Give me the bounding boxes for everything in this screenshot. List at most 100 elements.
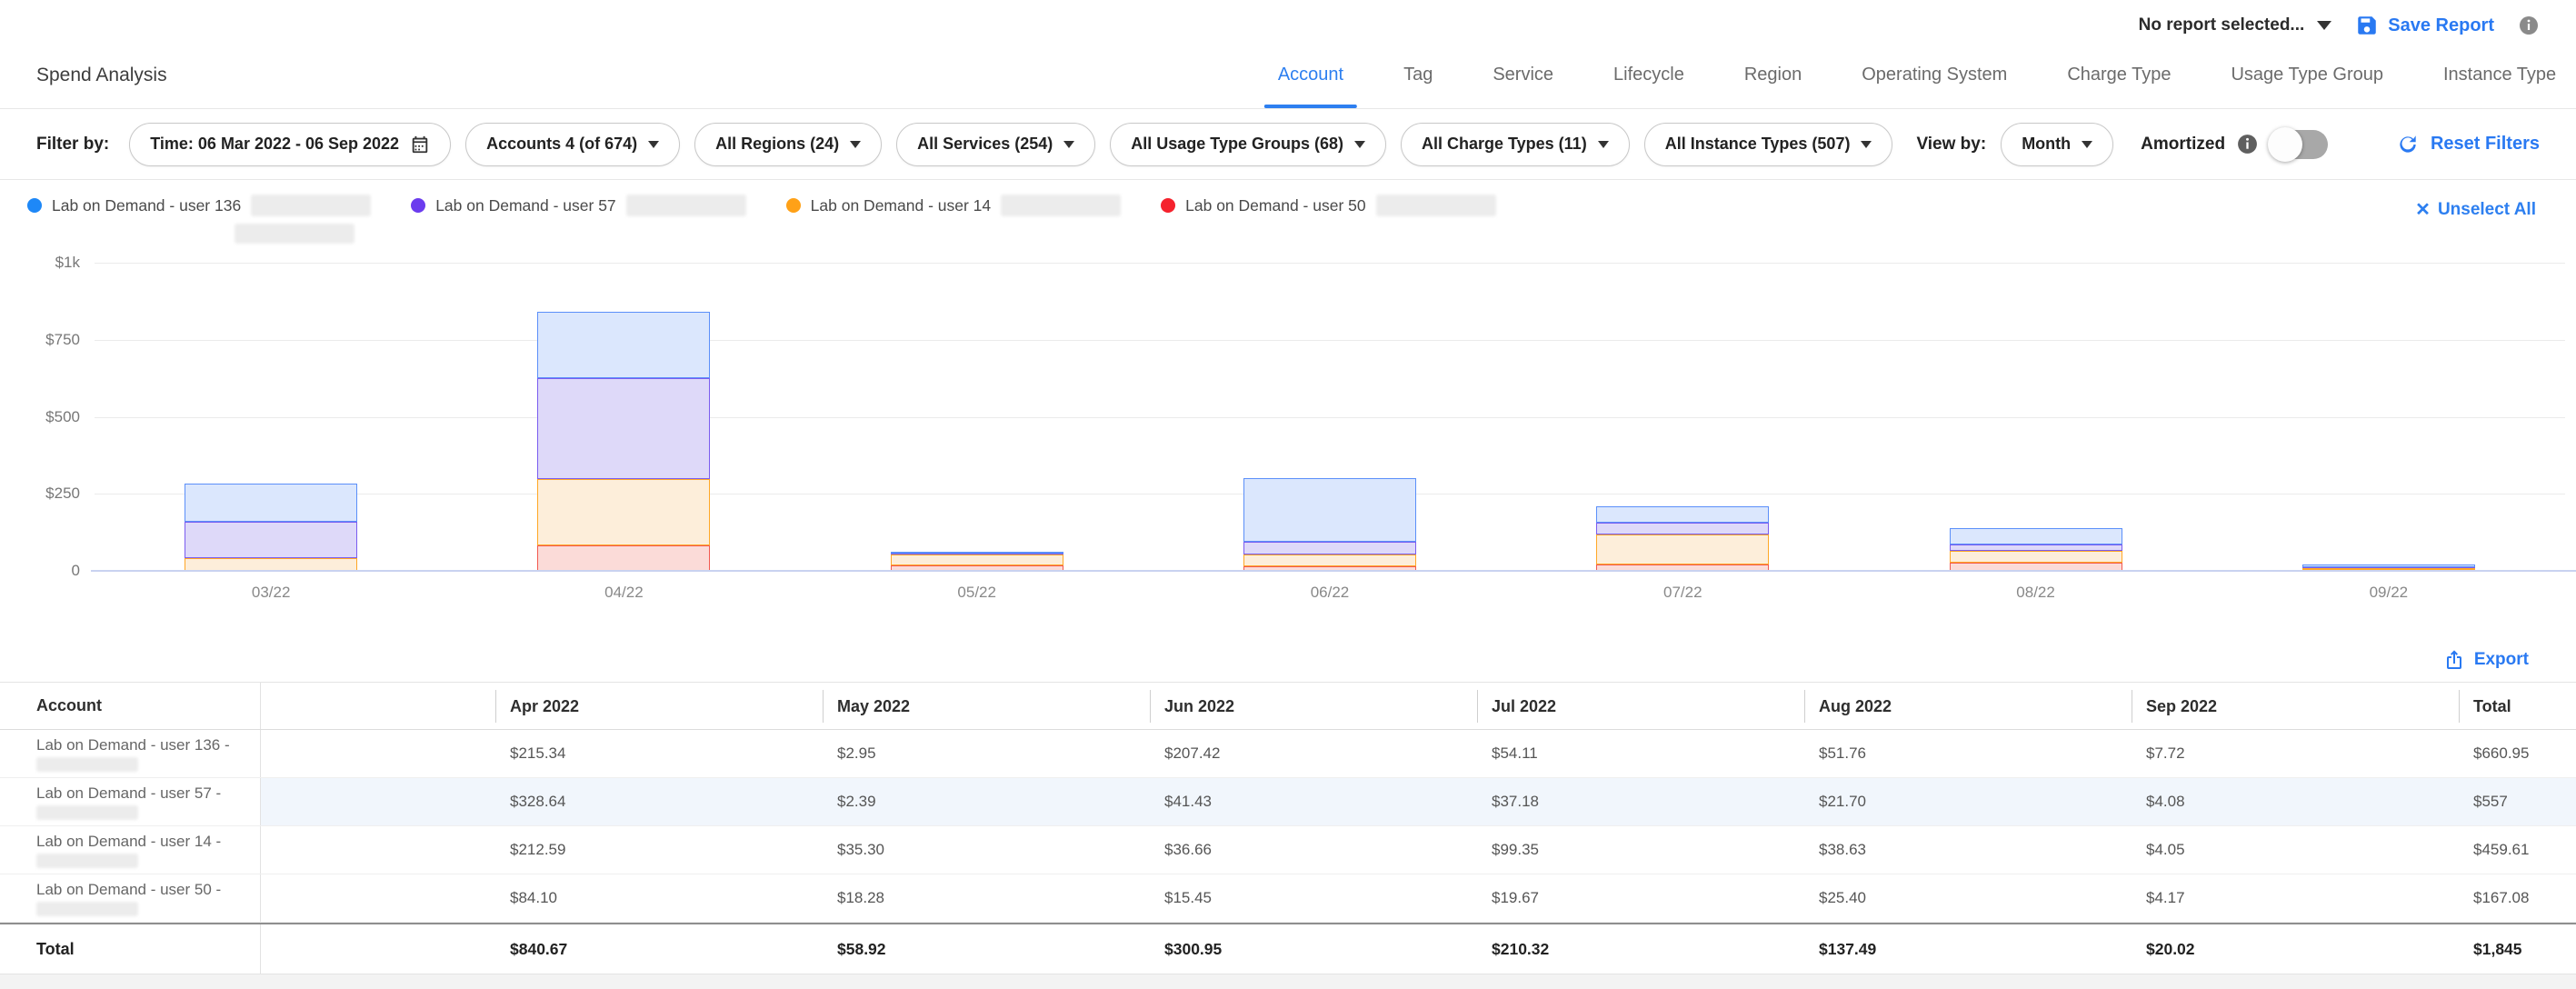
bar-segment-lab-on-demand-user-136[interactable] (1243, 478, 1416, 542)
instance-types-filter-pill[interactable]: All Instance Types (507) (1644, 123, 1893, 166)
tab-service[interactable]: Service (1463, 42, 1583, 108)
chevron-down-icon (850, 141, 861, 148)
tab-account[interactable]: Account (1248, 42, 1373, 108)
info-icon[interactable] (2518, 15, 2540, 36)
total-label-cell: Total (0, 924, 261, 974)
page-bottom-edge (0, 974, 2576, 989)
save-icon (2355, 14, 2379, 37)
tab-charge-type[interactable]: Charge Type (2037, 42, 2201, 108)
bar-segment-lab-on-demand-user-14[interactable] (891, 554, 1063, 565)
redacted-text (36, 757, 138, 772)
tab-instance-type[interactable]: Instance Type (2413, 42, 2576, 108)
column-header-label: Apr 2022 (495, 690, 823, 723)
spend-value-cell: $212.59 (495, 826, 823, 874)
y-axis-tick-label: $750 (7, 331, 80, 349)
bar-segment-lab-on-demand-user-14[interactable] (1243, 554, 1416, 565)
column-header-label: Jul 2022 (1477, 690, 1804, 723)
tab-lifecycle[interactable]: Lifecycle (1583, 42, 1714, 108)
spend-value-cell: $36.66 (1150, 826, 1477, 874)
legend-item[interactable]: Lab on Demand - user 136 (27, 195, 371, 244)
spend-value-cell: $215.34 (495, 730, 823, 777)
page-title: Spend Analysis (36, 65, 167, 86)
unselect-all-button[interactable]: ✕ Unselect All (2415, 198, 2536, 221)
chevron-down-icon (1598, 141, 1609, 148)
bar-segment-lab-on-demand-user-57[interactable] (1950, 544, 2122, 551)
bar-segment-lab-on-demand-user-14[interactable] (537, 479, 710, 544)
column-header-label: Aug 2022 (1804, 690, 2132, 723)
amortized-toggle[interactable] (2270, 130, 2328, 159)
bar-segment-lab-on-demand-user-14[interactable] (185, 558, 357, 571)
tab-region[interactable]: Region (1714, 42, 1832, 108)
bar-segment-lab-on-demand-user-57[interactable] (1243, 542, 1416, 554)
legend-item[interactable]: Lab on Demand - user 57 (411, 195, 745, 216)
table-total-row: Total$840.67$58.92$300.95$210.32$137.49$… (0, 923, 2576, 974)
column-header: Jun 2022 (1150, 683, 1477, 729)
tab-operating-system[interactable]: Operating System (1832, 42, 2037, 108)
column-header: Jul 2022 (1477, 683, 1804, 729)
redacted-text (251, 195, 371, 216)
bar-segment-lab-on-demand-user-57[interactable] (537, 378, 710, 479)
chart-gridline (95, 417, 2565, 418)
usage-type-groups-filter-pill[interactable]: All Usage Type Groups (68) (1110, 123, 1386, 166)
save-report-button[interactable]: Save Report (2355, 14, 2494, 37)
total-value-cell: $210.32 (1477, 924, 1804, 974)
account-name: Lab on Demand - user 14 - (36, 833, 260, 851)
redacted-text (1376, 195, 1496, 216)
chevron-down-icon (2082, 141, 2092, 148)
spend-value-cell: $167.08 (2459, 874, 2576, 922)
bar-segment-lab-on-demand-user-136[interactable] (537, 312, 710, 378)
reset-filters-button[interactable]: Reset Filters (2396, 133, 2540, 156)
series-dot (27, 198, 42, 213)
tab-tag[interactable]: Tag (1373, 42, 1463, 108)
redacted-text (36, 902, 138, 916)
info-icon[interactable] (2236, 133, 2259, 155)
spend-value-cell: $4.08 (2132, 778, 2459, 825)
series-dot (1161, 198, 1175, 213)
table-row: Lab on Demand - user 136 -$215.34$2.95$2… (0, 730, 2576, 778)
bar-segment-lab-on-demand-user-50[interactable] (537, 545, 710, 572)
series-dot (411, 198, 425, 213)
x-axis-tick-label: 05/22 (904, 584, 1050, 602)
y-axis-tick-label: $250 (7, 485, 80, 503)
report-selector-dropdown[interactable]: No report selected... (2139, 15, 2332, 35)
spend-value-cell: $7.72 (2132, 730, 2459, 777)
row-spacer (261, 730, 495, 777)
redacted-text (235, 224, 354, 244)
row-spacer (261, 924, 495, 974)
column-header-label: May 2022 (823, 690, 1150, 723)
bar-segment-lab-on-demand-user-136[interactable] (1950, 528, 2122, 544)
bar-segment-lab-on-demand-user-136[interactable] (2302, 564, 2475, 567)
time-filter-pill[interactable]: Time: 06 Mar 2022 - 06 Sep 2022 (129, 123, 451, 166)
export-button[interactable]: Export (2443, 649, 2529, 671)
view-by-dropdown[interactable]: Month (2001, 123, 2113, 166)
redacted-text (36, 854, 138, 868)
dimension-tabs: Account Tag Service Lifecycle Region Ope… (1248, 42, 2576, 108)
total-value-cell: $137.49 (1804, 924, 2132, 974)
charge-types-filter-pill[interactable]: All Charge Types (11) (1401, 123, 1630, 166)
spend-value-cell: $2.39 (823, 778, 1150, 825)
legend-item[interactable]: Lab on Demand - user 14 (786, 195, 1121, 216)
bar-segment-lab-on-demand-user-57[interactable] (1596, 523, 1769, 534)
regions-filter-pill[interactable]: All Regions (24) (694, 123, 882, 166)
total-value-cell: $1,845 (2459, 924, 2576, 974)
spend-table: Account Apr 2022May 2022Jun 2022Jul 2022A… (0, 682, 2576, 974)
bar-segment-lab-on-demand-user-136[interactable] (1596, 506, 1769, 523)
table-header-row: Account Apr 2022May 2022Jun 2022Jul 2022A… (0, 683, 2576, 730)
column-header-account: Account (0, 683, 261, 729)
accounts-filter-pill[interactable]: Accounts 4 (of 674) (465, 123, 680, 166)
bar-segment-lab-on-demand-user-14[interactable] (1950, 551, 2122, 563)
services-filter-pill[interactable]: All Services (254) (896, 123, 1095, 166)
tab-usage-type-group[interactable]: Usage Type Group (2201, 42, 2413, 108)
chevron-down-icon (1354, 141, 1365, 148)
bar-segment-lab-on-demand-user-136[interactable] (891, 552, 1063, 554)
total-value-cell: $840.67 (495, 924, 823, 974)
report-selector-label: No report selected... (2139, 15, 2305, 35)
account-cell: Lab on Demand - user 136 - (0, 730, 261, 777)
bar-segment-lab-on-demand-user-136[interactable] (185, 484, 357, 522)
header-spacer (261, 683, 495, 729)
bar-segment-lab-on-demand-user-57[interactable] (185, 522, 357, 559)
account-name: Lab on Demand - user 57 - (36, 784, 260, 803)
legend-item[interactable]: Lab on Demand - user 50 (1161, 195, 1495, 216)
bar-segment-lab-on-demand-user-14[interactable] (1596, 534, 1769, 565)
total-value-cell: $20.02 (2132, 924, 2459, 974)
